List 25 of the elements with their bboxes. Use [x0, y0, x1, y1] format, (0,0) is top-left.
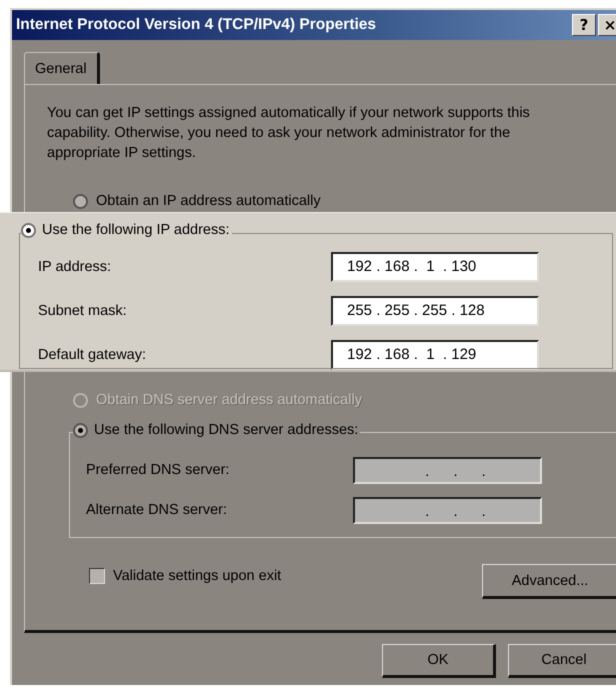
checkbox-label: Validate settings upon exit [113, 568, 282, 584]
close-button[interactable]: × [598, 14, 616, 36]
field-label: Alternate DNS server: [86, 502, 228, 518]
ok-button[interactable]: OK [382, 644, 496, 678]
tab[interactable]: General [24, 52, 100, 84]
radio-button[interactable] [73, 194, 88, 208]
radio-button[interactable] [73, 422, 88, 438]
field-label: Preferred DNS server: [86, 462, 230, 478]
radio-label: Use the following DNS server addresses: [94, 422, 358, 438]
radio-label: Obtain an IP address automatically [96, 193, 321, 209]
radio-button[interactable] [21, 222, 36, 238]
field-label: IP address: [38, 259, 112, 275]
radio-label: Obtain DNS server address automatically [96, 392, 362, 408]
ip-address-field[interactable]: 255 . 255 . 255 . 128 [331, 296, 539, 326]
description-text: You can get IP settings assigned automatically if your network supports this capability. Otherwise, you need to ask your network administrator for the appropriate IP settings. [47, 104, 531, 163]
cancel-button[interactable]: Cancel [508, 644, 616, 678]
ip-address-field[interactable]: 192 . 168 . 1 . 129 [331, 340, 539, 370]
window-title: Internet Protocol Version 4 (TCP/IPv4) Properties [16, 16, 376, 34]
radio-label: Use the following IP address: [42, 222, 230, 238]
help-button[interactable]: ? [572, 14, 596, 36]
advanced-button[interactable]: Advanced... [482, 564, 616, 599]
checkbox[interactable] [89, 568, 105, 584]
ip-address-field[interactable]: 192 . 168 . 1 . 130 [331, 252, 539, 282]
field-label: Default gateway: [38, 347, 146, 363]
field-label: Subnet mask: [38, 303, 127, 319]
